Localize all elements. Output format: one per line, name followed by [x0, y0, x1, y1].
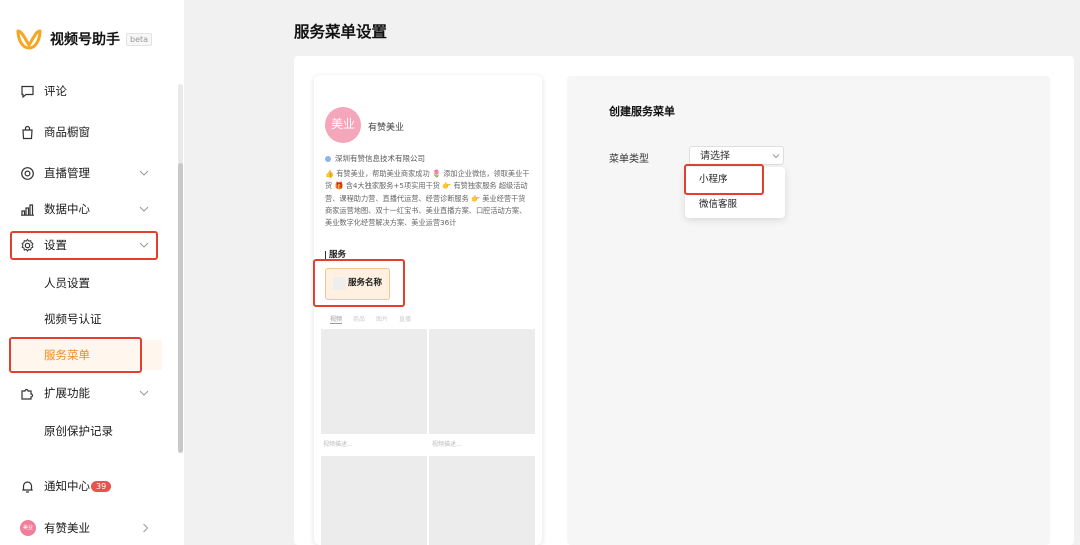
preview-video-thumbnail [429, 456, 535, 545]
preview-video-thumbnail [321, 456, 427, 545]
chevron-down-icon [772, 154, 780, 159]
profile-preview: 美业 有赞美业 深圳有赞信息技术有限公司 👍 有赞美业，帮助美业商家成功 🌷 添… [314, 75, 542, 545]
comment-icon [21, 85, 34, 99]
verified-icon [325, 155, 331, 162]
brand[interactable]: 视频号助手 beta [16, 26, 153, 52]
create-menu-panel [567, 76, 1050, 545]
account-name: 有赞美业 [44, 521, 90, 535]
sidebar: 视频号助手 beta 评论 商品橱窗 直播管理 数据中心 设置 人员设置 视频号… [0, 0, 184, 545]
beta-badge: beta [126, 32, 153, 46]
sidebar-item-label: 数据中心 [44, 202, 90, 216]
bell-icon [22, 481, 33, 493]
chevron-down-icon [139, 206, 149, 212]
app-name: 视频号助手 [50, 32, 120, 48]
panel-title: 创建服务菜单 [609, 105, 675, 118]
preview-company-name: 深圳有赞信息技术有限公司 [335, 154, 425, 163]
highlight-mini-program [684, 164, 764, 195]
sidebar-subitem-original-protection[interactable]: 原创保护记录 [0, 416, 184, 446]
chevron-right-icon [143, 523, 149, 533]
preview-video-caption: 视频描述... [432, 441, 462, 448]
sidebar-item-label: 评论 [44, 84, 67, 98]
sidebar-item-label: 商品橱窗 [44, 125, 90, 139]
sidebar-item-data[interactable]: 数据中心 [0, 194, 184, 224]
sidebar-item-label: 直播管理 [44, 166, 90, 180]
sidebar-item-label: 扩展功能 [44, 386, 90, 400]
preview-account-name: 有赞美业 [368, 123, 405, 133]
preview-company: 深圳有赞信息技术有限公司 [325, 153, 425, 164]
highlight-service-name [313, 259, 405, 307]
sidebar-subitem-label: 原创保护记录 [44, 424, 113, 438]
logo-icon [16, 29, 42, 50]
sidebar-item-showcase[interactable]: 商品橱窗 [0, 117, 184, 147]
sidebar-subitem-verification[interactable]: 视频号认证 [0, 304, 184, 334]
sidebar-item-live[interactable]: 直播管理 [0, 158, 184, 188]
avatar: 美业 [20, 520, 36, 536]
sidebar-item-comments[interactable]: 评论 [0, 76, 184, 106]
preview-tabs: 视频 商品 图片 直播 [330, 314, 530, 324]
live-icon [21, 167, 34, 180]
page-title: 服务菜单设置 [294, 23, 388, 41]
puzzle-icon [21, 388, 34, 400]
preview-video-thumbnail [429, 329, 535, 434]
sidebar-subitem-staff[interactable]: 人员设置 [0, 268, 184, 298]
sidebar-item-label: 通知中心 [44, 479, 90, 493]
shopping-bag-icon [22, 125, 33, 140]
chart-icon [21, 204, 34, 216]
preview-tab: 直播 [399, 316, 412, 323]
preview-tab: 图片 [376, 316, 389, 323]
preview-avatar: 美业 [325, 107, 361, 143]
menu-type-select[interactable]: 请选择 [689, 146, 784, 165]
sidebar-item-extensions[interactable]: 扩展功能 [0, 378, 184, 408]
menu-type-label: 菜单类型 [609, 154, 649, 165]
dropdown-option-wechat-service[interactable]: 微信客服 [699, 199, 737, 211]
preview-video-thumbnail [321, 329, 427, 434]
highlight-service-menu [9, 337, 142, 373]
chevron-down-icon [139, 390, 149, 396]
select-value: 请选择 [700, 151, 730, 162]
highlight-settings [10, 231, 158, 260]
chevron-down-icon [139, 170, 149, 176]
notification-count-badge: 39 [91, 481, 112, 492]
sidebar-item-account[interactable]: 美业 有赞美业 [0, 513, 184, 543]
sidebar-subitem-label: 人员设置 [44, 276, 90, 290]
sidebar-subitem-label: 视频号认证 [44, 312, 102, 326]
preview-description: 👍 有赞美业，帮助美业商家成功 🌷 添加企业微信，领取美业干货 🎁 含4大独家服… [325, 169, 530, 228]
preview-tab: 视频 [330, 316, 343, 324]
sidebar-scrollbar-thumb[interactable] [178, 163, 183, 453]
preview-tab: 商品 [353, 316, 366, 323]
preview-video-caption: 视频描述... [323, 441, 353, 448]
sidebar-item-notifications[interactable]: 通知中心 39 [0, 471, 184, 501]
